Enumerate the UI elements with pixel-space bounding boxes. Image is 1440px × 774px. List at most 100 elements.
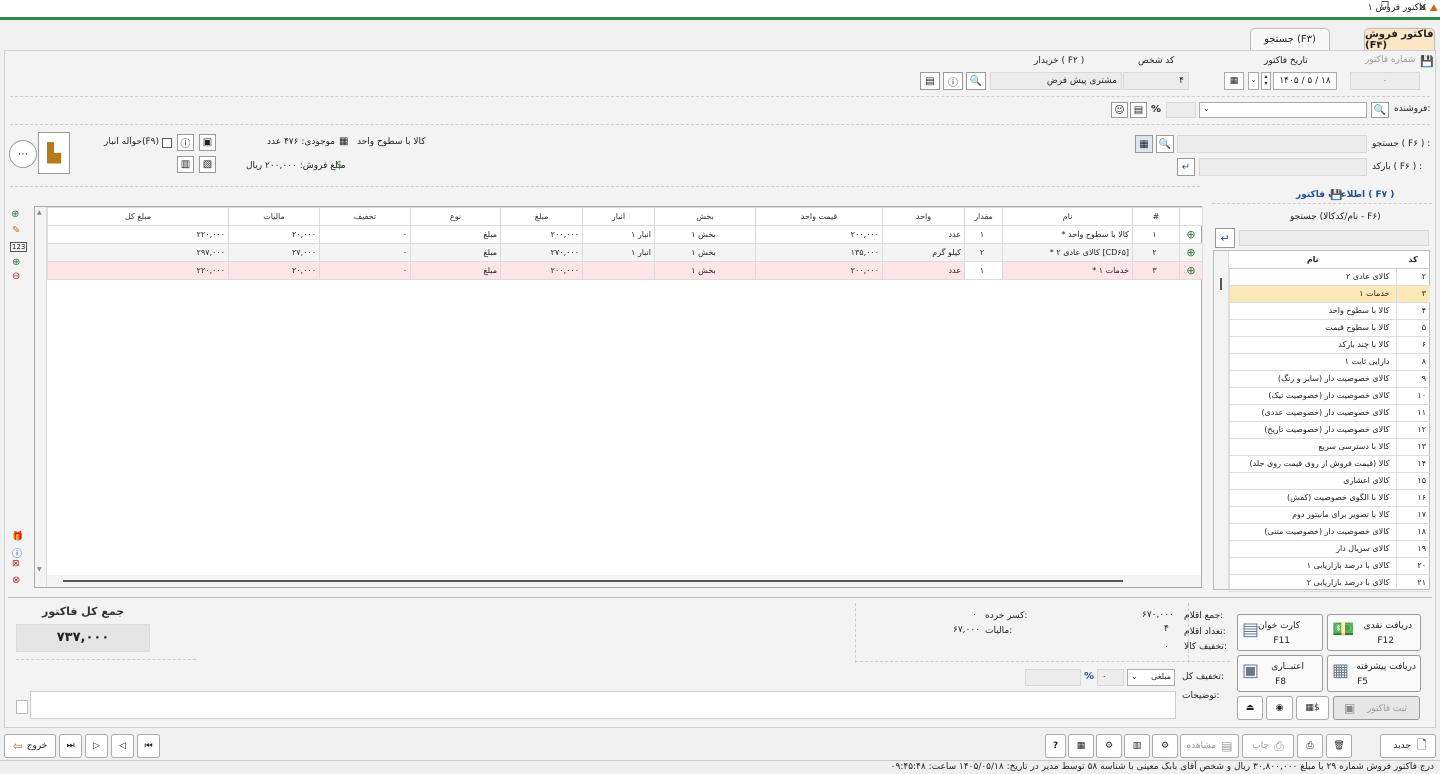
list-item[interactable]: کالای خصوصیت دار (خصوصیت عددی) ۱۱ [1229, 404, 1430, 422]
table-row[interactable]: ۲۲۰,۰۰۰ ۲۰,۰۰۰ ۰ مبلغ ۲۰۰,۰۰۰ بخش ۱ ۲۰۰,۰۰۰ عدد… [47, 261, 1203, 280]
new-button[interactable]: جدید 🗋 [1380, 734, 1436, 758]
cell-price[interactable]: ۲۰۰,۰۰۰ [755, 225, 883, 244]
cell-total[interactable]: ۲۹۷,۰۰۰ [47, 243, 229, 262]
list-item[interactable]: خدمات ۱۳ [1229, 285, 1430, 303]
cash-button[interactable]: 💵 دریافت نقدی F12 [1327, 614, 1421, 651]
cell-discount[interactable]: ۰ [319, 243, 411, 262]
tab-search[interactable]: جستجو (F۳) [1250, 28, 1330, 50]
list-item[interactable]: کالای با درصد بازاریابی ۱ ۲۰ [1229, 557, 1430, 575]
list-item[interactable]: کالای خصوصیت دار (سایز و رنگ) ۹ [1229, 370, 1430, 388]
info-icon[interactable]: ⓘ [12, 545, 22, 560]
invoice-date-field[interactable]: ۱۴۰۵ / ۵ / ۱۸ [1273, 72, 1337, 90]
grid-col-header[interactable]: نوع [410, 207, 501, 226]
save-icon[interactable]: 💾 [1330, 190, 1342, 201]
print-settings-icon[interactable]: ⚙ [1152, 734, 1178, 758]
search-icon[interactable]: 🔍 [1156, 135, 1174, 153]
barcode-input[interactable] [1199, 158, 1367, 176]
barcode-print-icon[interactable]: ▥ [1124, 734, 1150, 758]
enter-icon[interactable]: ↵ [1177, 158, 1195, 176]
seller-percent-field[interactable] [1166, 102, 1196, 118]
info-icon[interactable]: ⓘ [943, 72, 963, 90]
cell-unit[interactable]: کیلو گرم [882, 243, 965, 262]
cell-amount[interactable]: ۲۷۰,۰۰۰ [500, 243, 583, 262]
list-item[interactable]: کالای عادی ۲۲ [1229, 268, 1430, 286]
search-icon[interactable]: 🔍 [966, 72, 986, 90]
list-item[interactable]: کالای سریال دار ۱۹ [1229, 540, 1430, 558]
cell-price[interactable]: ۲۰۰,۰۰۰ [755, 261, 883, 280]
list-item[interactable]: کالای خصوصیت دار (خصوصیت متنی) ۱۸ [1229, 523, 1430, 541]
seller-person-icon[interactable]: ☺ [1111, 102, 1128, 118]
seller-list-icon[interactable]: ▤ [1130, 102, 1147, 118]
calc-icon[interactable]: ▧ [199, 156, 216, 173]
gift-icon[interactable]: 🎁 [12, 532, 23, 542]
close-icon[interactable]: ✕ [1418, 1, 1427, 14]
enter-icon[interactable]: ↵ [1215, 228, 1235, 248]
customer-card-icon[interactable]: ▤ [920, 72, 940, 90]
add-row-icon[interactable]: ⊕ [1179, 243, 1203, 262]
warehouse-transfer-checkbox[interactable] [162, 138, 172, 148]
grid-col-header[interactable]: نام [1002, 207, 1133, 226]
cell-qty[interactable]: ۱ [964, 225, 1003, 244]
cell-amount[interactable]: ۲۰۰,۰۰۰ [500, 261, 583, 280]
card-reader-button[interactable]: ▤ کارت خوان F11 [1237, 614, 1323, 651]
side-search-input[interactable] [1239, 230, 1429, 246]
grid-col-header[interactable]: تخفیف [319, 207, 411, 226]
cell-store[interactable] [582, 261, 655, 280]
cell-qty[interactable]: ۱ [964, 261, 1003, 280]
cell-section[interactable]: بخش ۱ [654, 243, 756, 262]
grid-col-header[interactable]: قیمت واحد [755, 207, 883, 226]
list-item[interactable]: دارایی ثابت ۱۸ [1229, 353, 1430, 371]
cell-unit[interactable]: عدد [882, 261, 965, 280]
date-dropdown[interactable]: ⌄ [1248, 72, 1259, 90]
submit-invoice-button[interactable]: ▣ ثبت فاکتور [1333, 696, 1420, 720]
view-button[interactable]: مشاهده ▤ [1180, 734, 1239, 758]
cell-n[interactable]: ۲ [1132, 243, 1180, 262]
exit-button[interactable]: ⇦ خروج [4, 734, 56, 758]
list-item[interactable]: کالای با درصد بازاریابی ۲ ۲۱ [1229, 574, 1430, 592]
grid-col-header[interactable]: بخش [654, 207, 756, 226]
list-item[interactable]: کالای خصوصیت دار (خصوصیت تاریخ) ۱۲ [1229, 421, 1430, 439]
delete-icon[interactable]: 🗑 [1326, 734, 1352, 758]
previous-icon[interactable]: ▷ [85, 734, 108, 758]
product-image-icon[interactable]: ▙ [38, 132, 70, 174]
list-item[interactable]: کالا (قیمت فروش از روی قیمت روی جلد) ۱۴ [1229, 455, 1430, 473]
cell-name[interactable]: * خدمات ۱ [1002, 261, 1133, 280]
cell-amount[interactable]: ۲۰۰,۰۰۰ [500, 225, 583, 244]
cell-type[interactable]: مبلغ [410, 243, 501, 262]
close-circle-icon[interactable]: ⊗ [12, 575, 20, 586]
print-icon[interactable]: ⎙ [1297, 734, 1323, 758]
grid-view-icon[interactable]: ▦ [1135, 135, 1153, 153]
person-code-field[interactable]: ۴ [1123, 72, 1189, 90]
cell-discount[interactable]: ۰ [319, 225, 411, 244]
notes-textarea[interactable] [30, 691, 1176, 719]
list-item[interactable]: کالا با چند بارکد ۶ [1229, 336, 1430, 354]
list-item[interactable]: کالا با تصویر برای مانیتور دوم ۱۷ [1229, 506, 1430, 524]
cell-n[interactable]: ۱ [1132, 225, 1180, 244]
more-icon[interactable]: ⋯ [9, 140, 37, 168]
last-icon[interactable]: ⏮ [137, 734, 160, 758]
seller-select[interactable]: ⌄ [1199, 102, 1367, 118]
edit-icon[interactable]: ✎ [12, 225, 20, 236]
table-row[interactable]: ۲۹۷,۰۰۰ ۲۷,۰۰۰ ۰ مبلغ ۲۷۰,۰۰۰ انبار ۱ بخش ۱ ۱۳۵… [47, 243, 1203, 262]
search-icon[interactable]: 🔍 [1371, 102, 1389, 118]
list-item[interactable]: کالای خصوصیت دار (خصوصیت تیک) ۱۰ [1229, 387, 1430, 405]
discount-value-field[interactable]: ۰ [1097, 669, 1124, 686]
list-item[interactable]: کالای اعشاری ۱۵ [1229, 472, 1430, 490]
cell-name[interactable]: * کالای عادی ۲ [CD۶۵] [1002, 243, 1133, 262]
minus-circle-icon[interactable]: ⊖ [12, 271, 20, 282]
info-icon[interactable]: ⓘ [177, 134, 194, 151]
grid-col-header[interactable]: مبلغ کل [47, 207, 229, 226]
list-item[interactable]: کالا با الگوی خصوصیت (کفش) ۱۶ [1229, 489, 1430, 507]
add-row-icon[interactable]: ⊕ [1179, 261, 1203, 280]
grid-col-header[interactable]: مالیات [228, 207, 320, 226]
number-icon[interactable]: 123 [10, 242, 28, 252]
cell-store[interactable]: انبار ۱ [582, 225, 655, 244]
plus-circle-icon[interactable]: ⊕ [12, 257, 20, 268]
credit-button[interactable]: ▣ اعتبــاری F8 [1237, 655, 1323, 692]
settings-icon[interactable]: ⚙ [1096, 734, 1122, 758]
cell-store[interactable]: انبار ۱ [582, 243, 655, 262]
help-icon[interactable]: ? [1045, 734, 1066, 758]
calendar-icon[interactable]: ▦ [1224, 72, 1244, 90]
first-icon[interactable]: ⏭ [59, 734, 82, 758]
cell-discount[interactable]: ۰ [319, 261, 411, 280]
